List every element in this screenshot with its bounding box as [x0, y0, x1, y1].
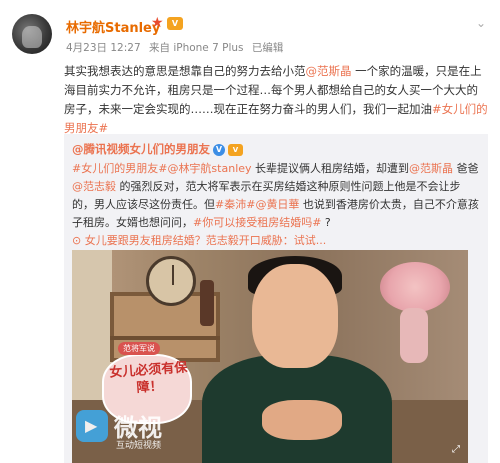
post-text: 其实我想表达的意思是想靠自己的努力去给小范@范斯晶 一个家的温暖，只是在上海目前…: [64, 62, 488, 138]
mention-author[interactable]: @林宇航stanley: [167, 162, 251, 175]
clock-icon: [146, 256, 196, 306]
avatar[interactable]: [12, 14, 52, 54]
hashtag-link[interactable]: #秦沛#: [215, 198, 255, 211]
repost-author-name[interactable]: @腾讯视频女儿们的男朋友: [72, 142, 210, 156]
repost-text-e: ?: [321, 216, 331, 229]
person-hands: [262, 400, 342, 440]
flowers: [380, 262, 450, 312]
vip-badge-icon[interactable]: V: [167, 17, 183, 30]
video-link-icon[interactable]: ⊙: [72, 234, 81, 247]
chevron-down-icon[interactable]: ⌄: [476, 16, 486, 30]
repost-author[interactable]: @腾讯视频女儿们的男朋友 V V: [72, 141, 243, 157]
mention-fan[interactable]: @范斯晶: [306, 64, 352, 78]
shelf-plank: [110, 336, 220, 340]
edited-label[interactable]: 已编辑: [252, 42, 284, 54]
caption-badge: 范将军说: [118, 342, 160, 355]
video-player[interactable]: 范将军说 女儿必须有保障！ 微视 互动短视频 ⤢: [72, 250, 468, 463]
vase: [400, 308, 428, 363]
star-icon: ★: [151, 15, 164, 31]
username[interactable]: 林宇航Stanley: [66, 17, 160, 36]
post-date[interactable]: 4月23日 12:27: [66, 42, 141, 54]
video-link[interactable]: 女儿要跟男友租房结婚？范志毅开口威胁：试试...: [85, 234, 327, 247]
person-face: [252, 264, 338, 368]
verified-icon: V: [213, 143, 225, 156]
post-source: 来自 iPhone 7 Plus: [148, 42, 244, 54]
repost-text: #女儿们的男朋友#@林宇航stanley 长辈提议俩人租房结婚，却遭到@范斯晶 …: [72, 160, 482, 250]
post-header: 林宇航Stanley ★ V 4月23日 12:27 来自 iPhone 7 P…: [0, 0, 500, 62]
mention-zhi[interactable]: @范志毅: [72, 180, 116, 193]
mention-huang[interactable]: @黄日華: [255, 198, 299, 211]
hashtag-link[interactable]: #你可以接受租房结婚吗#: [193, 216, 321, 229]
post-text-intro: 其实我想表达的意思是想靠自己的努力去给小范: [64, 64, 306, 78]
hashtag-link[interactable]: #女儿们的男朋友#: [72, 162, 167, 175]
post-meta: 4月23日 12:27 来自 iPhone 7 Plus 已编辑: [66, 40, 288, 55]
bottle: [200, 280, 214, 326]
vip-badge-icon: V: [228, 143, 243, 156]
watermark-subtitle: 互动短视频: [116, 441, 162, 451]
watermark: 微视 互动短视频: [76, 408, 196, 458]
repost-text-b: 爸爸: [453, 162, 479, 175]
repost-text-a: 长辈提议俩人租房结婚，却遭到: [251, 162, 410, 175]
weishi-logo-icon: [76, 410, 108, 442]
repost-card: @腾讯视频女儿们的男朋友 V V #女儿们的男朋友#@林宇航stanley 长辈提议…: [64, 134, 488, 463]
video-caption: 女儿必须有保障！: [108, 360, 188, 396]
mention-fan[interactable]: @范斯晶: [409, 162, 453, 175]
fullscreen-icon[interactable]: ⤢: [452, 444, 460, 455]
